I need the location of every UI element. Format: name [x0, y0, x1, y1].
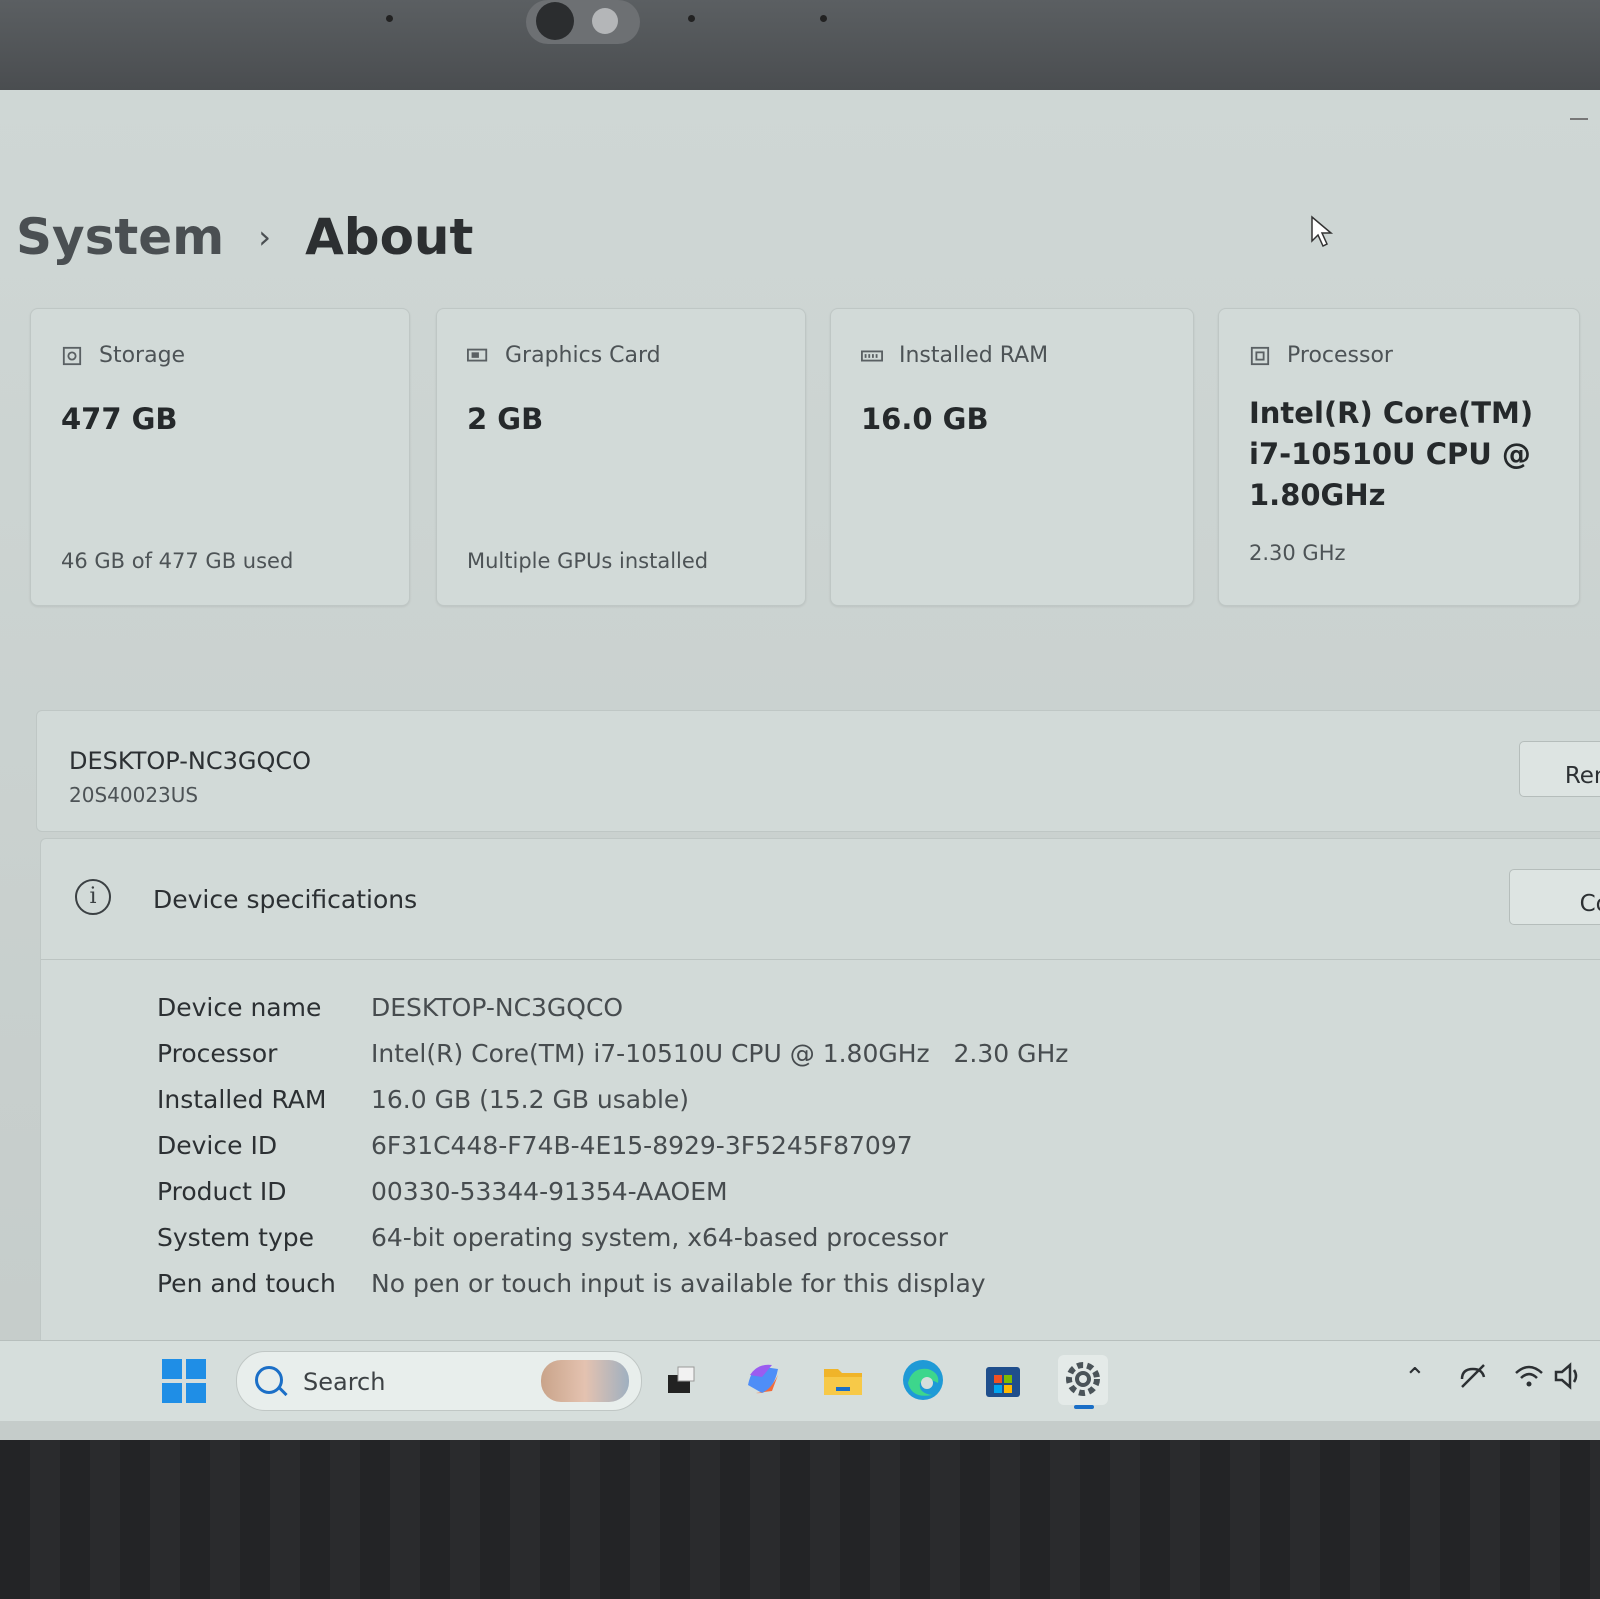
graphics-card-label: Graphics Card	[505, 343, 661, 368]
ram-label: Installed RAM	[899, 343, 1049, 368]
copy-button[interactable]: Cop	[1509, 869, 1600, 925]
processor-card: Processor Intel(R) Core(TM) i7-10510U CP…	[1218, 308, 1580, 606]
taskbar-search[interactable]: Search	[236, 1351, 642, 1411]
spec-key: Installed RAM	[157, 1085, 327, 1114]
device-model: 20S40023US	[69, 783, 199, 807]
spec-value: 16.0 GB (15.2 GB usable)	[371, 1085, 690, 1114]
search-icon	[255, 1366, 283, 1394]
webcam-led	[592, 8, 618, 34]
webcam	[526, 0, 640, 44]
search-highlight-image	[541, 1360, 629, 1402]
minimize-button[interactable]	[1570, 118, 1588, 120]
search-label: Search	[303, 1368, 386, 1396]
spec-row: Product ID 00330-53344-91354-AAOEM	[157, 1177, 728, 1206]
bezel-dot	[688, 15, 695, 22]
spec-value: 6F31C448-F74B-4E15-8929-3F5245F87097	[371, 1131, 913, 1160]
storage-label: Storage	[99, 343, 186, 368]
wifi-icon[interactable]	[1512, 1359, 1546, 1393]
device-name-panel: DESKTOP-NC3GQCO 20S40023US Rename	[36, 710, 1600, 832]
spec-value: No pen or touch input is available for t…	[371, 1269, 986, 1298]
breadcrumb: System › About	[16, 208, 473, 266]
spec-value: 00330-53344-91354-AAOEM	[371, 1177, 728, 1206]
chevron-up-icon[interactable]: ⌃	[1404, 1363, 1426, 1393]
ram-card: Installed RAM 16.0 GB	[830, 308, 1194, 606]
info-icon: i	[75, 879, 111, 915]
spec-row: Processor Intel(R) Core(TM) i7-10510U CP…	[157, 1039, 1068, 1068]
device-specifications-panel: i Device specifications Cop Device name …	[40, 838, 1600, 1400]
storage-usage: 46 GB of 477 GB used	[61, 549, 294, 573]
processor-value: Intel(R) Core(TM) i7-10510U CPU @ 1.80GH…	[1249, 396, 1534, 512]
volume-icon[interactable]	[1552, 1359, 1586, 1393]
spec-key: Processor	[157, 1039, 278, 1068]
spec-value: Intel(R) Core(TM) i7-10510U CPU @ 1.80GH…	[371, 1039, 1069, 1068]
graphics-card-card: Graphics Card 2 GB Multiple GPUs install…	[436, 308, 806, 606]
file-explorer-icon[interactable]	[818, 1355, 868, 1405]
bezel-dot	[386, 15, 393, 22]
spec-key: Device name	[157, 993, 322, 1022]
chevron-right-icon: ›	[258, 218, 272, 256]
device-specifications-header[interactable]: i Device specifications Cop	[41, 839, 1600, 960]
edge-icon[interactable]	[898, 1355, 948, 1405]
storage-icon	[62, 346, 82, 365]
spec-key: System type	[157, 1223, 315, 1252]
spec-key: Device ID	[157, 1131, 278, 1160]
windows-start-icon[interactable]	[162, 1359, 206, 1403]
settings-window: System › About Storage 477 GB 46 GB of 4…	[0, 90, 1600, 1440]
spec-key: Product ID	[157, 1177, 287, 1206]
processor-speed: 2.30 GHz	[1249, 541, 1346, 565]
settings-icon	[1066, 1362, 1100, 1396]
spec-value: DESKTOP-NC3GQCO	[371, 993, 624, 1022]
spec-row: Device ID 6F31C448-F74B-4E15-8929-3F5245…	[157, 1131, 913, 1160]
webcam-lens	[536, 2, 574, 40]
rename-button[interactable]: Rename	[1519, 741, 1600, 797]
active-indicator	[1074, 1405, 1094, 1409]
graphics-card-value: 2 GB	[467, 402, 544, 436]
processor-icon	[1250, 346, 1270, 365]
bezel-dot	[820, 15, 827, 22]
spec-value: 64-bit operating system, x64-based proce…	[371, 1223, 948, 1252]
device-name: DESKTOP-NC3GQCO	[69, 747, 312, 775]
spec-row: Installed RAM 16.0 GB (15.2 GB usable)	[157, 1085, 689, 1114]
spec-row: Device name DESKTOP-NC3GQCO	[157, 993, 623, 1022]
graphics-card-note: Multiple GPUs installed	[467, 549, 709, 573]
ram-value: 16.0 GB	[861, 402, 989, 436]
task-view-icon[interactable]	[656, 1355, 706, 1405]
graphics-card-icon	[467, 348, 488, 361]
laptop-bezel	[0, 0, 1600, 90]
spec-row: Pen and touch No pen or touch input is a…	[157, 1269, 986, 1298]
device-specifications-title: Device specifications	[153, 885, 418, 914]
ram-icon	[861, 350, 883, 361]
spec-row: System type 64-bit operating system, x64…	[157, 1223, 948, 1252]
microsoft-store-icon[interactable]	[978, 1355, 1028, 1405]
sync-off-icon[interactable]	[1456, 1359, 1490, 1393]
storage-value: 477 GB	[61, 402, 178, 436]
settings-taskbar-button[interactable]	[1058, 1355, 1108, 1409]
breadcrumb-system[interactable]: System	[16, 208, 224, 266]
spec-key: Pen and touch	[157, 1269, 336, 1298]
copilot-icon[interactable]	[738, 1355, 788, 1405]
storage-card: Storage 477 GB 46 GB of 477 GB used	[30, 308, 410, 606]
laptop-keyboard-edge	[0, 1440, 1600, 1599]
mouse-cursor-icon	[1311, 215, 1334, 248]
page-title: About	[305, 208, 474, 266]
taskbar: Search ⌃	[0, 1340, 1600, 1421]
processor-label: Processor	[1287, 343, 1393, 368]
